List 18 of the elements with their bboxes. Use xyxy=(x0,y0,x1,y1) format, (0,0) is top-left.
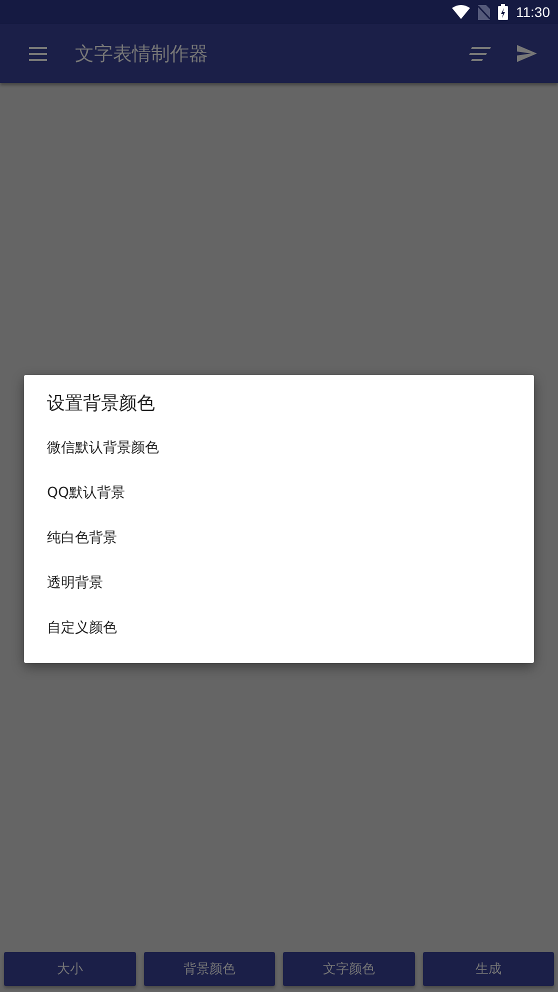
toolbar-button[interactable]: 背景颜色 xyxy=(144,952,275,986)
no-sim-icon xyxy=(478,4,490,20)
lines-icon[interactable] xyxy=(469,46,491,62)
clock: 11:30 xyxy=(516,4,550,20)
dialog-option[interactable]: 自定义颜色 xyxy=(24,606,534,650)
toolbar-button[interactable]: 大小 xyxy=(4,952,136,986)
dialog-option[interactable]: 纯白色背景 xyxy=(24,516,534,560)
dialog-option[interactable]: 微信默认背景颜色 xyxy=(24,426,534,470)
dialog-option[interactable]: 透明背景 xyxy=(24,560,534,606)
dialog-title: 设置背景颜色 xyxy=(46,392,156,416)
toolbar-button[interactable]: 文字颜色 xyxy=(283,952,414,986)
send-icon[interactable] xyxy=(517,45,537,62)
menu-icon[interactable] xyxy=(29,46,47,60)
wifi-icon xyxy=(452,5,470,19)
dialog-option[interactable]: QQ默认背景 xyxy=(24,470,534,516)
app-title: 文字表情制作器 xyxy=(75,42,209,66)
battery-charging-icon xyxy=(498,4,508,20)
toolbar-button[interactable]: 生成 xyxy=(422,952,554,986)
